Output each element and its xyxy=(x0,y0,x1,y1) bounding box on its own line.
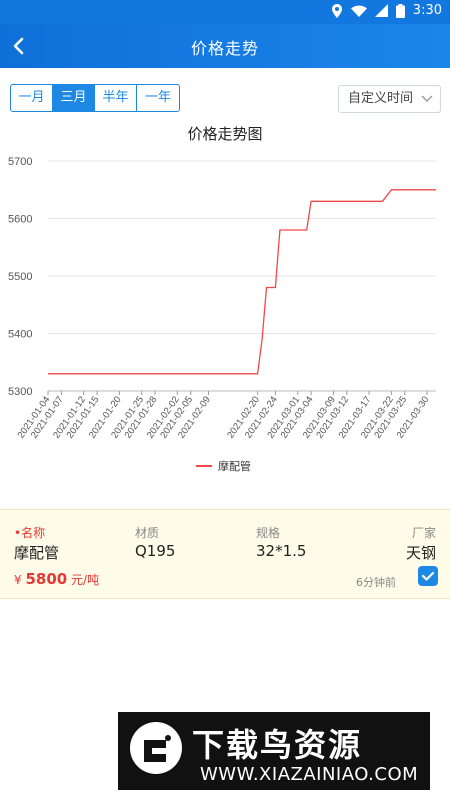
legend-label: 摩配管 xyxy=(218,460,251,473)
chart-legend[interactable]: 摩配管 xyxy=(196,458,251,474)
price-symbol: ¥ xyxy=(14,573,22,587)
checkmark-icon xyxy=(421,571,435,581)
range-tabs: 一月 三月 半年 一年 xyxy=(10,84,180,112)
tab-three-months[interactable]: 三月 xyxy=(53,85,95,111)
product-card[interactable]: •名称 摩配管 材质 Q195 规格 32*1.5 厂家 天钢 ¥ 5800 元… xyxy=(0,509,450,599)
watermark-banner: 下载鸟资源 WWW.XIAZAINIAO.COM xyxy=(118,712,430,790)
bird-logo-icon xyxy=(130,722,182,774)
series-line xyxy=(48,189,436,375)
material-label: 材质 xyxy=(135,526,160,540)
status-time: 3:30 xyxy=(412,3,442,18)
product-spec: 32*1.5 xyxy=(256,542,307,560)
tab-one-month[interactable]: 一月 xyxy=(11,85,53,111)
price-unit: 元/吨 xyxy=(71,573,100,587)
select-checkbox[interactable] xyxy=(418,566,438,586)
price-trend-chart: 530054005500560057002021-01-042021-01-07… xyxy=(8,156,436,441)
battery-icon xyxy=(395,3,405,18)
app-bar: 价格走势 xyxy=(0,24,450,68)
y-tick-label: 5500 xyxy=(8,271,32,283)
watermark-url: WWW.XIAZAINIAO.COM xyxy=(200,764,419,785)
maker-label: 厂家 xyxy=(411,526,436,540)
y-tick-label: 5400 xyxy=(8,329,32,341)
location-icon xyxy=(331,3,342,18)
price-value: 5800 xyxy=(25,570,68,588)
y-tick-label: 5700 xyxy=(8,156,32,168)
tab-one-year[interactable]: 一年 xyxy=(137,85,179,111)
wifi-icon xyxy=(350,5,367,17)
signal-icon xyxy=(374,4,388,17)
chevron-down-icon xyxy=(421,95,433,102)
product-material: Q195 xyxy=(135,542,176,560)
legend-swatch xyxy=(196,465,212,467)
spec-label: 规格 xyxy=(256,526,281,540)
product-maker: 天钢 xyxy=(405,544,436,562)
tab-half-year[interactable]: 半年 xyxy=(95,85,137,111)
custom-time-label: 自定义时间 xyxy=(348,91,414,106)
updated-time: 6分钟前 xyxy=(356,576,396,589)
page-title: 价格走势 xyxy=(190,39,259,58)
y-tick-label: 5300 xyxy=(8,386,32,398)
product-price: ¥ 5800 元/吨 xyxy=(14,570,99,588)
y-tick-label: 5600 xyxy=(8,214,32,226)
product-name: 摩配管 xyxy=(14,544,60,562)
name-label: •名称 xyxy=(14,526,46,540)
status-bar: 3:30 xyxy=(0,0,450,24)
watermark-title: 下载鸟资源 xyxy=(192,726,363,764)
custom-time-dropdown[interactable]: 自定义时间 xyxy=(338,85,441,113)
